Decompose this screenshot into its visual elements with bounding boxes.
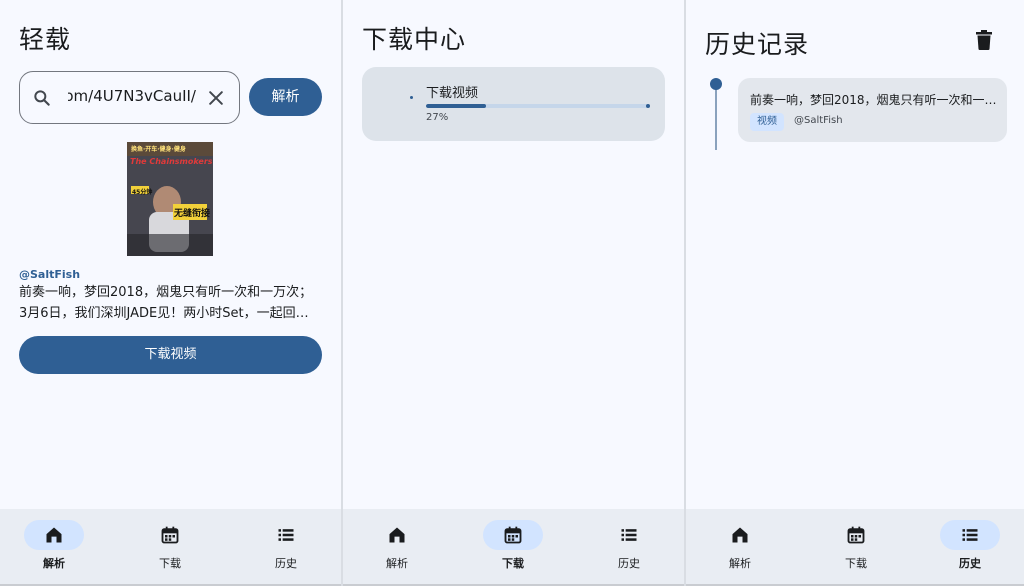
nav-label: 历史 (275, 557, 297, 570)
nav-label: 历史 (959, 557, 981, 570)
record-title: 前奏一响，梦回2018，烟鬼只有听一次和一万次；3月6日，我们深圳JADE见！ (750, 93, 998, 107)
page-title: 轻载 (19, 25, 72, 54)
nav-label: 下载 (845, 557, 867, 570)
progress-label: 27% (426, 112, 449, 123)
cover-top-text: 换鱼·开车·健身·健身 (131, 146, 186, 153)
nav-label: 下载 (502, 557, 524, 570)
cover-big-text: 无缝衔接 (174, 209, 211, 219)
nav-label: 解析 (729, 557, 751, 570)
nav-label: 下载 (159, 557, 181, 570)
list-icon (962, 529, 978, 541)
list-icon (621, 529, 637, 541)
video-author: @SaltFish (19, 268, 81, 281)
page-title: 历史记录 (705, 30, 810, 59)
timeline-dot (710, 78, 722, 90)
nav-item-download[interactable]: 下载 (806, 509, 906, 584)
parse-screen: 轻载 https://v.douyin.com/4U7N3vCauII/ 解析 … (0, 0, 341, 586)
description-line: 3月6日，我们深圳JADE见！两小时Set，一起回到2018！ (19, 306, 319, 321)
nav-item-history[interactable]: 历史 (236, 509, 336, 584)
search-value[interactable]: https://v.douyin.com/4U7N3vCauII/ (68, 87, 196, 111)
task-status-dot (410, 96, 413, 99)
nav-item-download[interactable]: 下载 (120, 509, 220, 584)
nav-label: 历史 (618, 557, 640, 570)
video-description: 前奏一响，梦回2018，烟鬼只有听一次和一万次； 3月6日，我们深圳JADE见！… (19, 282, 319, 324)
record-type-tag: 视频 (750, 113, 784, 131)
nav-label: 解析 (386, 557, 408, 570)
home-icon (46, 527, 62, 543)
nav-item-download[interactable]: 下载 (463, 509, 563, 584)
home-icon (732, 527, 748, 543)
description-line: 前奏一响，梦回2018，烟鬼只有听一次和一万次； (19, 285, 313, 300)
search-input[interactable]: https://v.douyin.com/4U7N3vCauII/ (19, 71, 240, 124)
nav-label: 解析 (43, 557, 65, 570)
download-screen: 下载中心 下载视频 27% 解析 下载 历史 (343, 0, 684, 586)
bottom-navigation: 解析 下载 历史 (686, 509, 1024, 584)
timeline-line (715, 84, 717, 150)
trash-icon[interactable] (975, 30, 993, 50)
download-video-button[interactable]: 下载视频 (19, 336, 322, 374)
parse-button[interactable]: 解析 (249, 78, 322, 116)
home-icon (389, 527, 405, 543)
video-cover[interactable]: 换鱼·开车·健身·健身 The Chainsmokers 45分钟 无缝衔接 (127, 142, 213, 256)
progress-bar (426, 104, 648, 108)
calendar-icon (847, 526, 865, 544)
calendar-icon (504, 526, 522, 544)
download-task-card[interactable]: 下载视频 27% (362, 67, 665, 141)
record-author: @SaltFish (794, 115, 843, 126)
task-title: 下载视频 (426, 86, 479, 101)
bottom-navigation: 解析 下载 历史 (0, 509, 341, 584)
search-icon (34, 90, 50, 106)
history-screen: 历史记录 前奏一响，梦回2018，烟鬼只有听一次和一万次；3月6日，我们深圳JA… (686, 0, 1024, 586)
nav-item-parse[interactable]: 解析 (4, 509, 104, 584)
nav-item-parse[interactable]: 解析 (690, 509, 790, 584)
bottom-navigation: 解析 下载 历史 (343, 509, 684, 584)
page-title: 下载中心 (362, 25, 467, 54)
progress-end-dot (646, 104, 650, 108)
nav-item-history[interactable]: 历史 (920, 509, 1020, 584)
history-record[interactable]: 前奏一响，梦回2018，烟鬼只有听一次和一万次；3月6日，我们深圳JADE见！ … (738, 78, 1007, 142)
progress-fill (426, 104, 486, 108)
nav-item-parse[interactable]: 解析 (347, 509, 447, 584)
cover-name: The Chainsmokers (130, 157, 212, 166)
calendar-icon (161, 526, 179, 544)
cover-badge: 45分钟 (132, 189, 153, 196)
close-icon[interactable] (206, 88, 226, 108)
list-icon (278, 529, 294, 541)
nav-item-history[interactable]: 历史 (579, 509, 679, 584)
